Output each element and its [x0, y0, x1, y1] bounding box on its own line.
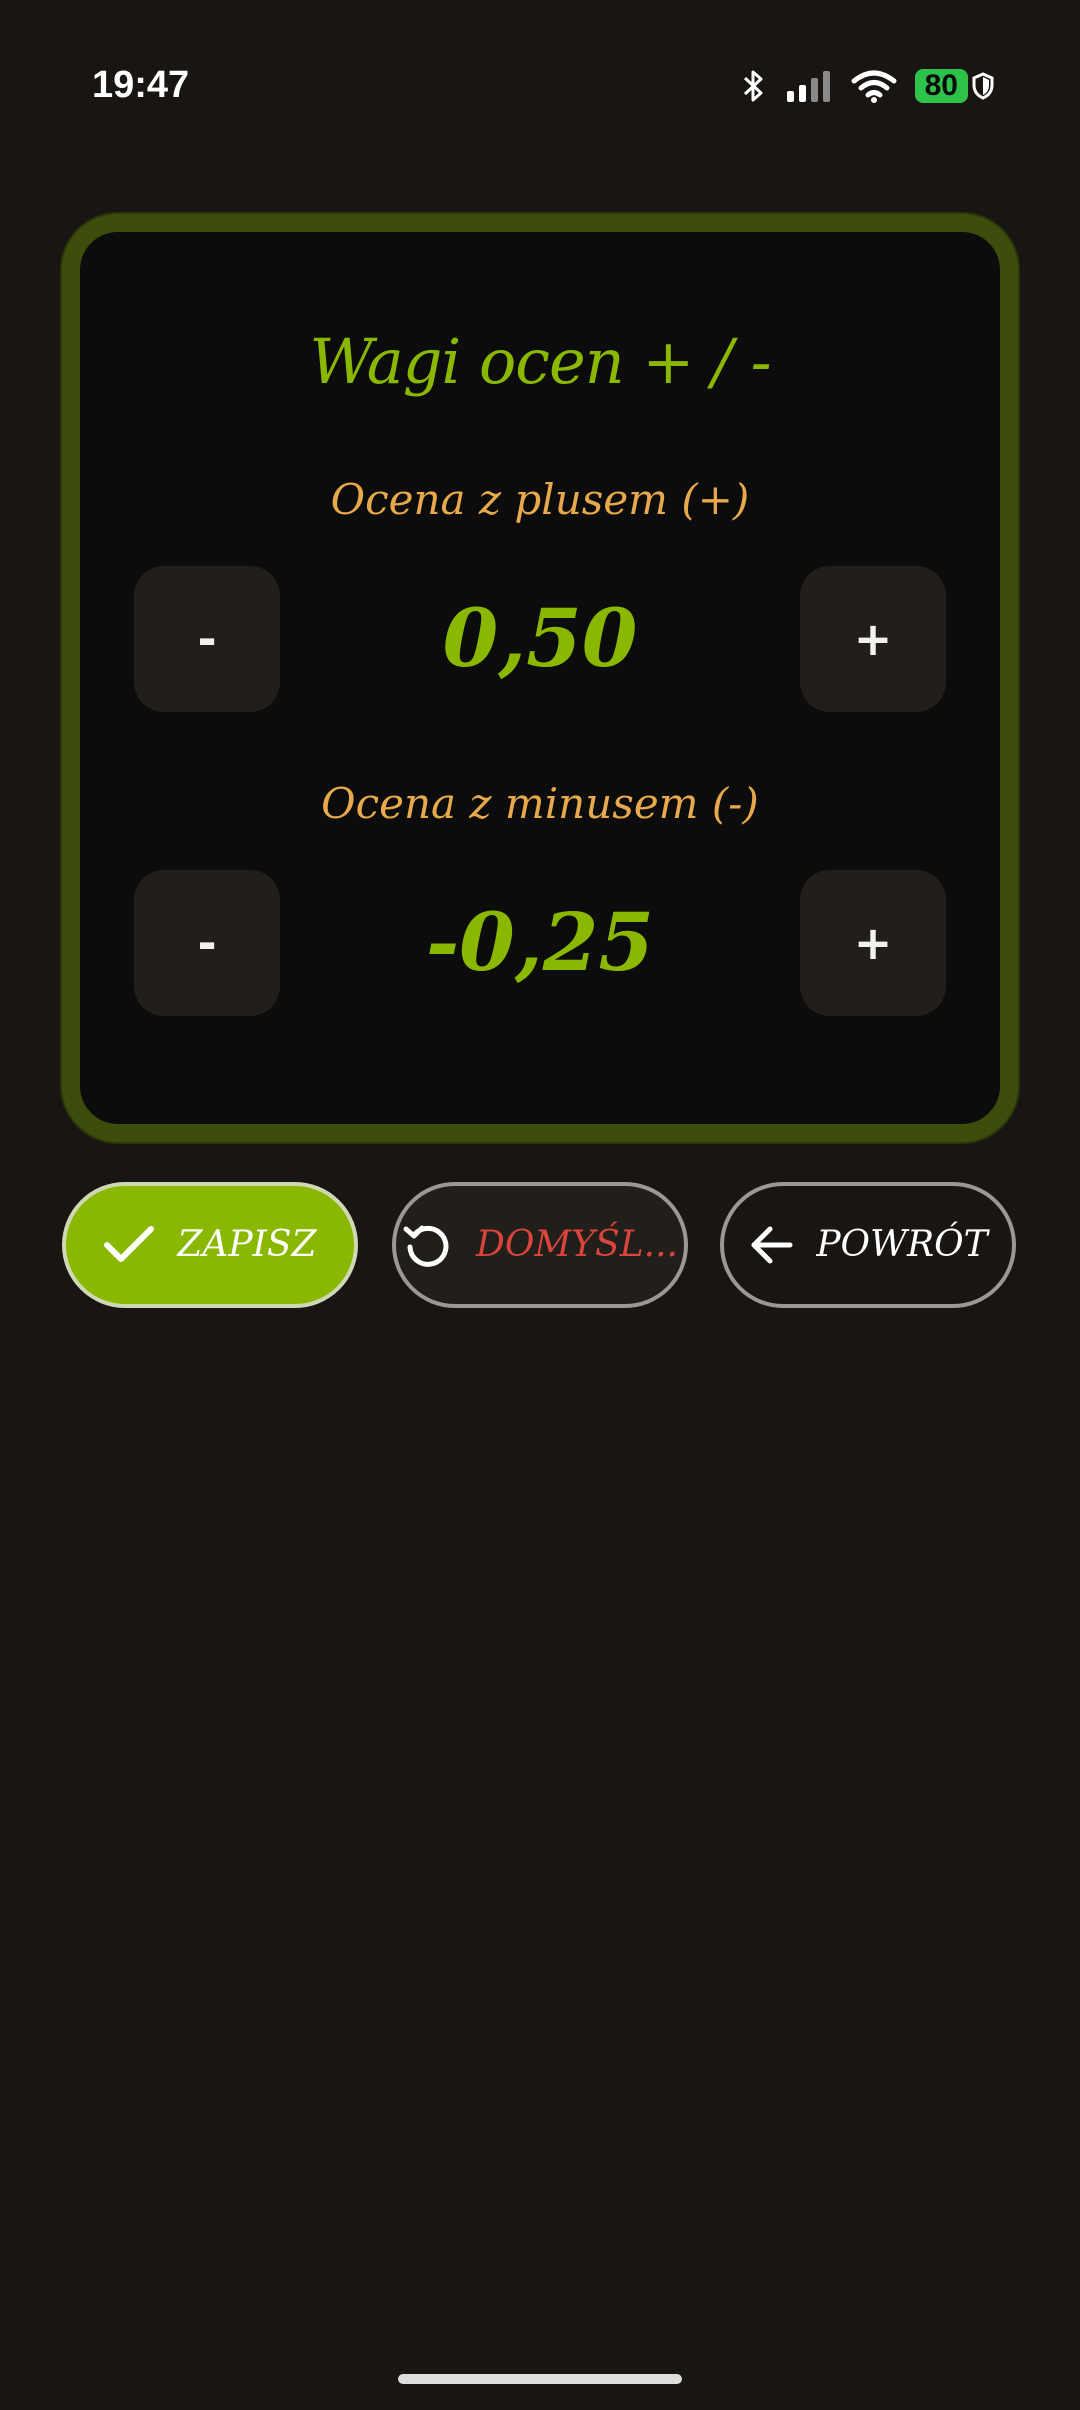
save-button[interactable]: ZAPISZ: [62, 1182, 358, 1308]
minus-grade-value: -0,25: [425, 895, 655, 989]
arrow-left-icon: [748, 1225, 794, 1265]
save-button-label: ZAPISZ: [177, 1224, 317, 1265]
reset-icon: [402, 1219, 454, 1271]
signal-icon: [785, 69, 833, 103]
check-icon: [103, 1225, 155, 1265]
restore-defaults-button-label: DOMYŚL...: [476, 1224, 678, 1265]
status-time: 19:47: [92, 64, 190, 106]
home-indicator[interactable]: [398, 2374, 682, 2384]
minus-grade-label: Ocena z minusem (-): [321, 779, 759, 828]
battery-level: 80: [914, 69, 968, 103]
status-icons: 80: [741, 64, 994, 108]
bluetooth-icon: [741, 68, 767, 104]
card-title: Wagi ocen + / -: [309, 325, 771, 398]
back-button-label: POWRÓT: [816, 1224, 988, 1265]
restore-defaults-button[interactable]: DOMYŚL...: [392, 1182, 688, 1308]
plus-grade-increment-button[interactable]: +: [800, 566, 946, 712]
shield-icon: [972, 72, 994, 100]
minus-grade-increment-button[interactable]: +: [800, 870, 946, 1016]
battery-icon: 80: [914, 69, 994, 103]
plus-grade-value: 0,50: [442, 591, 638, 685]
wifi-icon: [851, 69, 897, 103]
back-button[interactable]: POWRÓT: [720, 1182, 1016, 1308]
plus-grade-label: Ocena z plusem (+): [330, 475, 750, 524]
weights-card: Wagi ocen + / - Ocena z plusem (+) - 0,5…: [62, 214, 1018, 1142]
